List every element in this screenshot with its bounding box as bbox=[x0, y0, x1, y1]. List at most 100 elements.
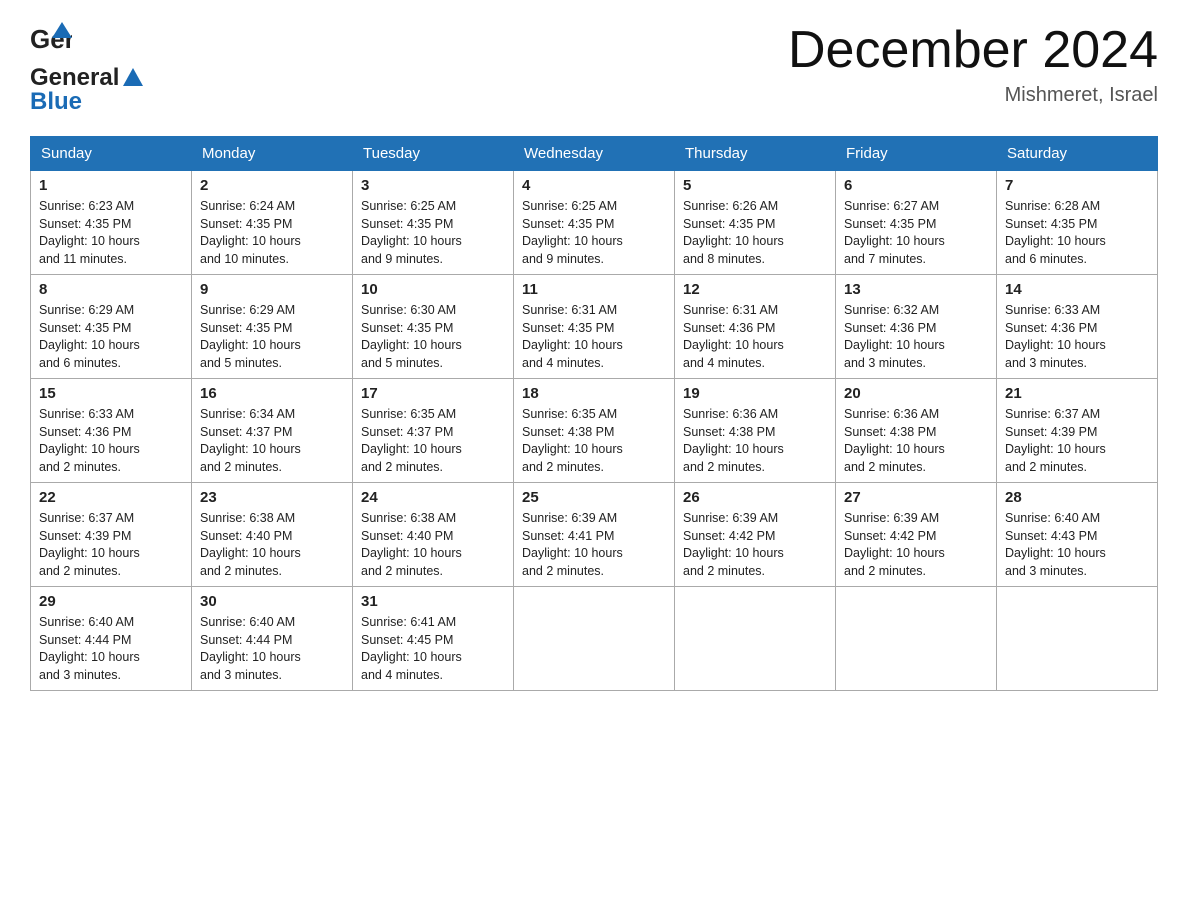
weekday-header-saturday: Saturday bbox=[997, 137, 1158, 171]
day-info: Sunrise: 6:31 AM Sunset: 4:36 PM Dayligh… bbox=[683, 302, 827, 372]
day-info: Sunrise: 6:40 AM Sunset: 4:44 PM Dayligh… bbox=[200, 614, 344, 684]
day-info: Sunrise: 6:23 AM Sunset: 4:35 PM Dayligh… bbox=[39, 198, 183, 268]
day-number: 5 bbox=[683, 177, 827, 194]
day-number: 3 bbox=[361, 177, 505, 194]
day-cell-15: 15 Sunrise: 6:33 AM Sunset: 4:36 PM Dayl… bbox=[31, 379, 192, 483]
day-info: Sunrise: 6:38 AM Sunset: 4:40 PM Dayligh… bbox=[200, 510, 344, 580]
day-info: Sunrise: 6:25 AM Sunset: 4:35 PM Dayligh… bbox=[361, 198, 505, 268]
day-cell-7: 7 Sunrise: 6:28 AM Sunset: 4:35 PM Dayli… bbox=[997, 171, 1158, 275]
day-cell-17: 17 Sunrise: 6:35 AM Sunset: 4:37 PM Dayl… bbox=[353, 379, 514, 483]
day-info: Sunrise: 6:24 AM Sunset: 4:35 PM Dayligh… bbox=[200, 198, 344, 268]
day-number: 28 bbox=[1005, 489, 1149, 506]
calendar-table: SundayMondayTuesdayWednesdayThursdayFrid… bbox=[30, 136, 1158, 691]
day-number: 13 bbox=[844, 281, 988, 298]
day-cell-1: 1 Sunrise: 6:23 AM Sunset: 4:35 PM Dayli… bbox=[31, 171, 192, 275]
day-cell-14: 14 Sunrise: 6:33 AM Sunset: 4:36 PM Dayl… bbox=[997, 275, 1158, 379]
day-info: Sunrise: 6:39 AM Sunset: 4:41 PM Dayligh… bbox=[522, 510, 666, 580]
weekday-header-row: SundayMondayTuesdayWednesdayThursdayFrid… bbox=[31, 137, 1158, 171]
day-cell-2: 2 Sunrise: 6:24 AM Sunset: 4:35 PM Dayli… bbox=[192, 171, 353, 275]
day-info: Sunrise: 6:35 AM Sunset: 4:38 PM Dayligh… bbox=[522, 406, 666, 476]
title-block: December 2024 Mishmeret, Israel bbox=[788, 20, 1158, 107]
day-cell-11: 11 Sunrise: 6:31 AM Sunset: 4:35 PM Dayl… bbox=[514, 275, 675, 379]
day-info: Sunrise: 6:27 AM Sunset: 4:35 PM Dayligh… bbox=[844, 198, 988, 268]
day-number: 6 bbox=[844, 177, 988, 194]
day-cell-3: 3 Sunrise: 6:25 AM Sunset: 4:35 PM Dayli… bbox=[353, 171, 514, 275]
day-number: 25 bbox=[522, 489, 666, 506]
day-info: Sunrise: 6:36 AM Sunset: 4:38 PM Dayligh… bbox=[844, 406, 988, 476]
day-number: 7 bbox=[1005, 177, 1149, 194]
day-cell-6: 6 Sunrise: 6:27 AM Sunset: 4:35 PM Dayli… bbox=[836, 171, 997, 275]
calendar-subtitle: Mishmeret, Israel bbox=[788, 84, 1158, 107]
day-cell-19: 19 Sunrise: 6:36 AM Sunset: 4:38 PM Dayl… bbox=[675, 379, 836, 483]
day-info: Sunrise: 6:32 AM Sunset: 4:36 PM Dayligh… bbox=[844, 302, 988, 372]
calendar-title: December 2024 bbox=[788, 20, 1158, 80]
day-number: 16 bbox=[200, 385, 344, 402]
day-number: 31 bbox=[361, 593, 505, 610]
day-info: Sunrise: 6:38 AM Sunset: 4:40 PM Dayligh… bbox=[361, 510, 505, 580]
empty-day-cell bbox=[514, 587, 675, 691]
day-cell-21: 21 Sunrise: 6:37 AM Sunset: 4:39 PM Dayl… bbox=[997, 379, 1158, 483]
day-cell-12: 12 Sunrise: 6:31 AM Sunset: 4:36 PM Dayl… bbox=[675, 275, 836, 379]
day-cell-23: 23 Sunrise: 6:38 AM Sunset: 4:40 PM Dayl… bbox=[192, 483, 353, 587]
empty-day-cell bbox=[836, 587, 997, 691]
day-cell-30: 30 Sunrise: 6:40 AM Sunset: 4:44 PM Dayl… bbox=[192, 587, 353, 691]
day-cell-28: 28 Sunrise: 6:40 AM Sunset: 4:43 PM Dayl… bbox=[997, 483, 1158, 587]
day-cell-27: 27 Sunrise: 6:39 AM Sunset: 4:42 PM Dayl… bbox=[836, 483, 997, 587]
day-number: 17 bbox=[361, 385, 505, 402]
day-cell-22: 22 Sunrise: 6:37 AM Sunset: 4:39 PM Dayl… bbox=[31, 483, 192, 587]
day-number: 19 bbox=[683, 385, 827, 402]
day-cell-9: 9 Sunrise: 6:29 AM Sunset: 4:35 PM Dayli… bbox=[192, 275, 353, 379]
week-row-2: 8 Sunrise: 6:29 AM Sunset: 4:35 PM Dayli… bbox=[31, 275, 1158, 379]
day-number: 24 bbox=[361, 489, 505, 506]
empty-day-cell bbox=[997, 587, 1158, 691]
day-cell-10: 10 Sunrise: 6:30 AM Sunset: 4:35 PM Dayl… bbox=[353, 275, 514, 379]
empty-day-cell bbox=[675, 587, 836, 691]
day-number: 30 bbox=[200, 593, 344, 610]
day-number: 8 bbox=[39, 281, 183, 298]
day-cell-24: 24 Sunrise: 6:38 AM Sunset: 4:40 PM Dayl… bbox=[353, 483, 514, 587]
day-number: 15 bbox=[39, 385, 183, 402]
day-info: Sunrise: 6:26 AM Sunset: 4:35 PM Dayligh… bbox=[683, 198, 827, 268]
week-row-1: 1 Sunrise: 6:23 AM Sunset: 4:35 PM Dayli… bbox=[31, 171, 1158, 275]
day-number: 11 bbox=[522, 281, 666, 298]
day-number: 20 bbox=[844, 385, 988, 402]
day-cell-4: 4 Sunrise: 6:25 AM Sunset: 4:35 PM Dayli… bbox=[514, 171, 675, 275]
weekday-header-friday: Friday bbox=[836, 137, 997, 171]
day-info: Sunrise: 6:37 AM Sunset: 4:39 PM Dayligh… bbox=[1005, 406, 1149, 476]
day-cell-5: 5 Sunrise: 6:26 AM Sunset: 4:35 PM Dayli… bbox=[675, 171, 836, 275]
day-info: Sunrise: 6:36 AM Sunset: 4:38 PM Dayligh… bbox=[683, 406, 827, 476]
day-cell-18: 18 Sunrise: 6:35 AM Sunset: 4:38 PM Dayl… bbox=[514, 379, 675, 483]
day-info: Sunrise: 6:31 AM Sunset: 4:35 PM Dayligh… bbox=[522, 302, 666, 372]
day-info: Sunrise: 6:33 AM Sunset: 4:36 PM Dayligh… bbox=[1005, 302, 1149, 372]
day-number: 1 bbox=[39, 177, 183, 194]
day-cell-31: 31 Sunrise: 6:41 AM Sunset: 4:45 PM Dayl… bbox=[353, 587, 514, 691]
day-info: Sunrise: 6:25 AM Sunset: 4:35 PM Dayligh… bbox=[522, 198, 666, 268]
day-number: 12 bbox=[683, 281, 827, 298]
day-cell-8: 8 Sunrise: 6:29 AM Sunset: 4:35 PM Dayli… bbox=[31, 275, 192, 379]
day-cell-20: 20 Sunrise: 6:36 AM Sunset: 4:38 PM Dayl… bbox=[836, 379, 997, 483]
weekday-header-monday: Monday bbox=[192, 137, 353, 171]
day-number: 27 bbox=[844, 489, 988, 506]
day-number: 9 bbox=[200, 281, 344, 298]
logo: General General Blue bbox=[30, 20, 143, 116]
day-info: Sunrise: 6:30 AM Sunset: 4:35 PM Dayligh… bbox=[361, 302, 505, 372]
week-row-5: 29 Sunrise: 6:40 AM Sunset: 4:44 PM Dayl… bbox=[31, 587, 1158, 691]
logo-icon: General bbox=[30, 20, 72, 62]
day-number: 26 bbox=[683, 489, 827, 506]
day-number: 14 bbox=[1005, 281, 1149, 298]
week-row-4: 22 Sunrise: 6:37 AM Sunset: 4:39 PM Dayl… bbox=[31, 483, 1158, 587]
day-info: Sunrise: 6:35 AM Sunset: 4:37 PM Dayligh… bbox=[361, 406, 505, 476]
day-cell-13: 13 Sunrise: 6:32 AM Sunset: 4:36 PM Dayl… bbox=[836, 275, 997, 379]
day-number: 21 bbox=[1005, 385, 1149, 402]
day-number: 18 bbox=[522, 385, 666, 402]
day-info: Sunrise: 6:34 AM Sunset: 4:37 PM Dayligh… bbox=[200, 406, 344, 476]
day-info: Sunrise: 6:41 AM Sunset: 4:45 PM Dayligh… bbox=[361, 614, 505, 684]
day-info: Sunrise: 6:28 AM Sunset: 4:35 PM Dayligh… bbox=[1005, 198, 1149, 268]
weekday-header-tuesday: Tuesday bbox=[353, 137, 514, 171]
day-info: Sunrise: 6:29 AM Sunset: 4:35 PM Dayligh… bbox=[39, 302, 183, 372]
day-info: Sunrise: 6:40 AM Sunset: 4:43 PM Dayligh… bbox=[1005, 510, 1149, 580]
day-number: 22 bbox=[39, 489, 183, 506]
day-info: Sunrise: 6:37 AM Sunset: 4:39 PM Dayligh… bbox=[39, 510, 183, 580]
day-info: Sunrise: 6:39 AM Sunset: 4:42 PM Dayligh… bbox=[683, 510, 827, 580]
day-number: 23 bbox=[200, 489, 344, 506]
